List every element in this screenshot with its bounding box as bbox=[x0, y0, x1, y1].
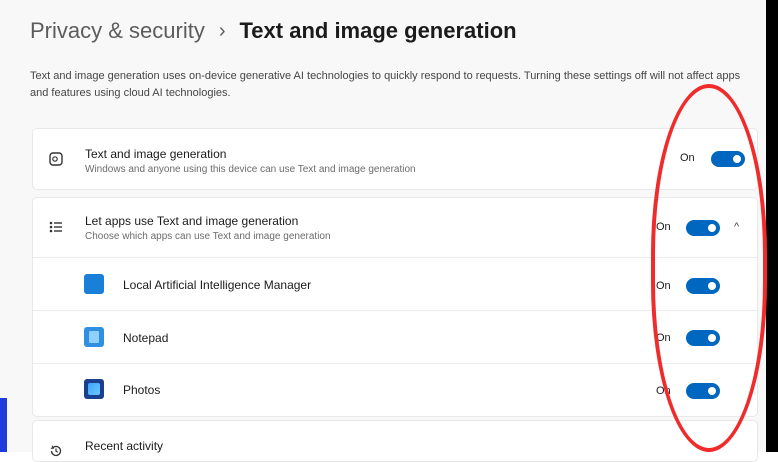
page-title: Text and image generation bbox=[239, 18, 517, 43]
notepad-icon bbox=[84, 327, 104, 347]
divider bbox=[33, 257, 757, 258]
red-annotation-ellipse bbox=[651, 84, 767, 452]
breadcrumb-privacy-security[interactable]: Privacy & security bbox=[30, 18, 205, 44]
ai-manager-icon bbox=[84, 274, 104, 294]
text-image-generation-card[interactable]: Text and image generation Windows and an… bbox=[32, 128, 758, 190]
image-generation-icon bbox=[47, 150, 65, 168]
main-setting-subtitle: Windows and anyone using this device can… bbox=[85, 164, 416, 175]
app-name-notepad: Notepad bbox=[123, 331, 169, 345]
recent-activity-title: Recent activity bbox=[85, 439, 164, 453]
page-description: Text and image generation uses on-device… bbox=[30, 70, 741, 99]
app-name-local-ai-manager: Local Artificial Intelligence Manager bbox=[123, 278, 312, 292]
let-apps-card: Let apps use Text and image generation C… bbox=[32, 197, 758, 417]
apps-setting-title: Let apps use Text and image generation bbox=[85, 214, 299, 228]
breadcrumb-separator-icon: › bbox=[218, 19, 226, 42]
list-icon bbox=[47, 218, 65, 236]
app-name-photos: Photos bbox=[123, 383, 161, 397]
photos-icon bbox=[84, 379, 104, 399]
divider bbox=[33, 363, 757, 364]
breadcrumb: Privacy & security › Text and image gene… bbox=[30, 18, 517, 44]
main-setting-title: Text and image generation bbox=[85, 147, 227, 161]
blue-corner-fragment bbox=[0, 398, 7, 452]
black-edge-strip bbox=[766, 0, 778, 452]
apps-setting-subtitle: Choose which apps can use Text and image… bbox=[85, 231, 331, 242]
divider bbox=[33, 310, 757, 311]
history-icon bbox=[47, 442, 65, 460]
recent-activity-card[interactable]: Recent activity bbox=[32, 420, 758, 462]
